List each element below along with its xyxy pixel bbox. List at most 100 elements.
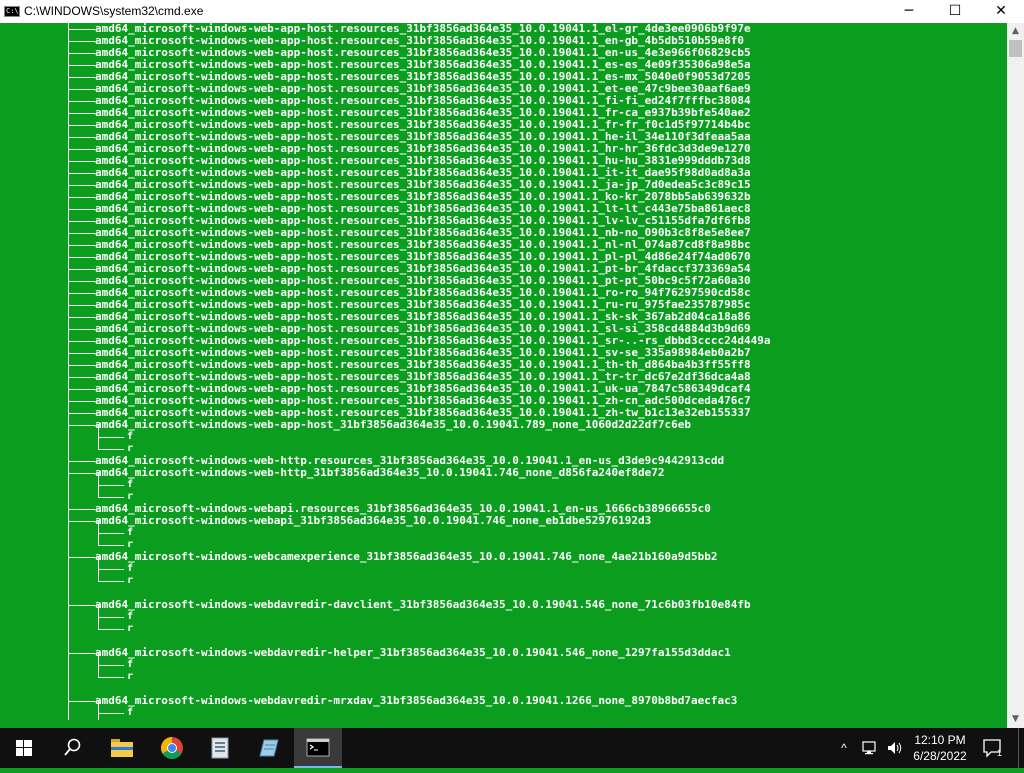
window-title: C:\WINDOWS\system32\cmd.exe (24, 4, 204, 18)
search-button[interactable] (48, 728, 96, 768)
chrome-button[interactable] (148, 728, 196, 768)
console-icon (306, 738, 330, 757)
close-button[interactable]: ✕ (978, 0, 1024, 23)
tree-branch (68, 64, 95, 66)
console-line: amd64_microsoft-windows-webdavredir-mrxd… (68, 695, 737, 707)
document-icon (211, 737, 229, 759)
console-line: amd64_microsoft-windows-webdavredir-davc… (68, 599, 751, 611)
vertical-scrollbar[interactable]: ▲ ▼ (1007, 23, 1024, 728)
tree-branch (68, 700, 95, 702)
subtree-vertical-line (98, 713, 100, 720)
tree-branch (68, 388, 95, 390)
subtree-horizontal-line (98, 617, 124, 619)
tree-branch (68, 232, 95, 234)
tree-branch (68, 364, 95, 366)
tree-branch (68, 148, 95, 150)
clock[interactable]: 12:10 PM 6/28/2022 (910, 732, 970, 764)
minimize-button[interactable]: ─ (886, 0, 932, 23)
tree-branch (68, 88, 95, 90)
network-icon[interactable] (862, 740, 880, 756)
tree-branch (68, 424, 95, 426)
subtree-horizontal-line (98, 497, 124, 499)
console-line-text: amd64_microsoft-windows-webdavredir-mrxd… (95, 694, 738, 707)
console-line: amd64_microsoft-windows-webapi_31bf3856a… (68, 515, 651, 527)
console-line: amd64_microsoft-windows-web-http_31bf385… (68, 467, 665, 479)
tree-branch (68, 256, 95, 258)
tree-branch (68, 208, 95, 210)
file-explorer-button[interactable] (97, 728, 145, 768)
subtree-horizontal-line (98, 713, 124, 715)
subtree-horizontal-line (98, 569, 124, 571)
tree-branch (68, 556, 95, 558)
maximize-button[interactable]: ☐ (932, 0, 978, 23)
console-subtree-item: f (127, 479, 134, 490)
console-line-text: amd64_microsoft-windows-webdavredir-davc… (95, 598, 751, 611)
subtree-vertical-line (98, 437, 100, 449)
console-subtree-item: f (127, 527, 134, 538)
console-subtree-item: r (127, 575, 134, 586)
subtree-vertical-line (98, 701, 100, 713)
subtree-vertical-line (98, 665, 100, 677)
scroll-up-arrow-icon[interactable]: ▲ (1007, 23, 1024, 40)
subtree-horizontal-line (98, 665, 124, 667)
tree-branch (68, 124, 95, 126)
scroll-thumb[interactable] (1009, 40, 1022, 57)
notepad-icon (259, 739, 279, 757)
console-line-text: amd64_microsoft-windows-webapi_31bf3856a… (95, 514, 652, 527)
console-subtree-item: f (127, 659, 134, 670)
subtree-horizontal-line (98, 437, 124, 439)
taskbar: ^ 12:10 PM 6/28/2022 1 (0, 728, 1024, 768)
tree-branch (68, 280, 95, 282)
volume-icon[interactable] (886, 740, 904, 756)
console-subtree-item: f (127, 431, 134, 442)
console-subtree-item: r (127, 623, 134, 634)
tree-branch (68, 28, 95, 30)
scroll-down-arrow-icon[interactable]: ▼ (1007, 711, 1024, 728)
subtree-vertical-line (98, 617, 100, 629)
subtree-vertical-line (98, 653, 100, 665)
subtree-vertical-line (98, 473, 100, 485)
console-subtree-item: r (127, 671, 134, 682)
show-desktop-button[interactable] (1018, 728, 1024, 768)
tree-branch (68, 196, 95, 198)
tree-branch (68, 340, 95, 342)
tree-branch (68, 472, 95, 474)
console-bottom-margin (0, 720, 1007, 728)
tree-branch (68, 412, 95, 414)
app5-button[interactable] (244, 728, 292, 768)
tree-branch (68, 460, 95, 462)
tree-branch (68, 76, 95, 78)
console-line: amd64_microsoft-windows-web-app-host_31b… (68, 419, 691, 431)
console-line-text: amd64_microsoft-windows-web-app-host_31b… (95, 418, 692, 431)
start-button[interactable] (0, 728, 48, 768)
console-output[interactable]: amd64_microsoft-windows-web-app-host.res… (0, 23, 1007, 720)
tree-branch (68, 604, 95, 606)
tree-branch (68, 244, 95, 246)
tree-branch (68, 520, 95, 522)
app4-button[interactable] (196, 728, 244, 768)
console-icon: C:\ (4, 6, 20, 17)
notification-icon[interactable]: 1 (982, 738, 1004, 758)
subtree-horizontal-line (98, 629, 124, 631)
windows-logo-icon (16, 740, 32, 756)
tree-branch (68, 268, 95, 270)
tree-branch (68, 304, 95, 306)
tree-branch (68, 136, 95, 138)
console-line-text: amd64_microsoft-windows-web-http_31bf385… (95, 466, 665, 479)
tree-branch (68, 316, 95, 318)
tree-branch (68, 220, 95, 222)
folder-icon (111, 739, 133, 757)
show-hidden-icons-chevron-icon[interactable]: ^ (836, 740, 852, 756)
tree-branch (68, 40, 95, 42)
tree-branch (68, 328, 95, 330)
title-bar[interactable]: C:\ C:\WINDOWS\system32\cmd.exe ─ ☐ ✕ (0, 0, 1024, 23)
cmd-button[interactable] (294, 728, 342, 768)
tree-branch (68, 172, 95, 174)
tree-branch (68, 112, 95, 114)
tree-branch (68, 508, 95, 510)
console-subtree-item: f (127, 563, 134, 574)
tree-branch (68, 100, 95, 102)
subtree-vertical-line (98, 605, 100, 617)
tree-branch (68, 292, 95, 294)
console-line-text: amd64_microsoft-windows-webdavredir-help… (95, 646, 731, 659)
